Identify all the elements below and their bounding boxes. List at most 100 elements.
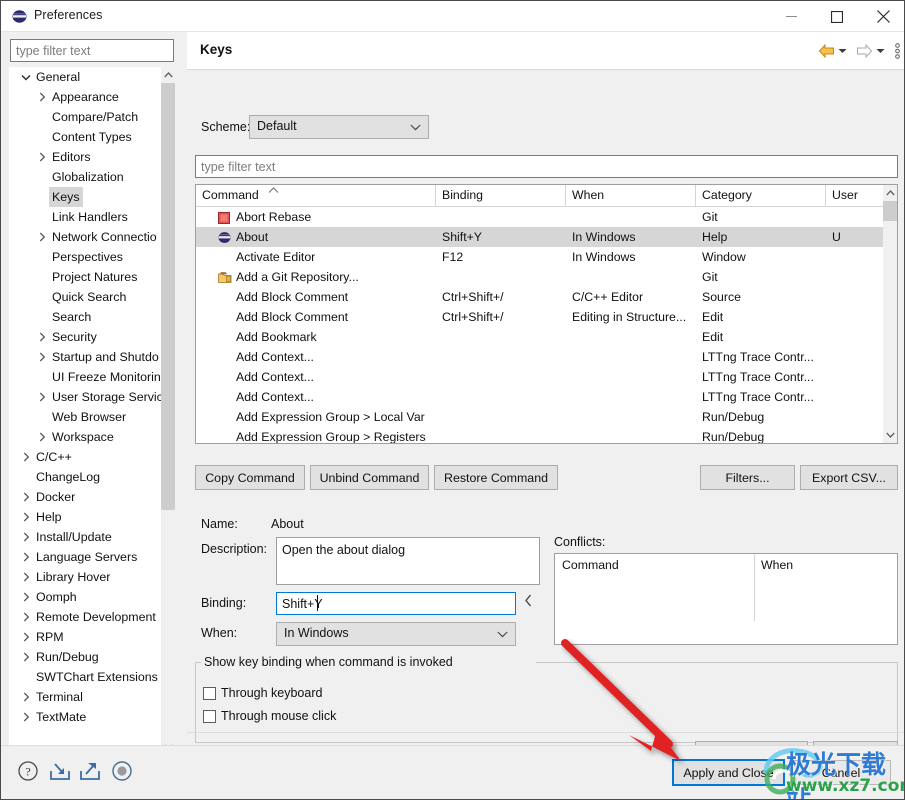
table-row[interactable]: Add Expression Group > Registers Run/Debu… xyxy=(196,427,884,443)
column-header-command[interactable]: Command xyxy=(196,185,436,207)
chevron-right-icon[interactable] xyxy=(18,507,34,527)
sidebar-item-globalization[interactable]: Globalization xyxy=(9,167,161,187)
chevron-right-icon[interactable] xyxy=(34,327,50,347)
column-header-binding[interactable]: Binding xyxy=(436,185,566,207)
column-header-user[interactable]: User xyxy=(826,185,884,207)
restore-command-button[interactable]: Restore Command xyxy=(434,465,558,490)
import-icon[interactable] xyxy=(47,758,73,784)
table-row[interactable]: Add Context... LTTng Trace Contr... xyxy=(196,387,884,407)
sidebar-item-changelog[interactable]: ChangeLog xyxy=(9,467,161,487)
unbind-command-button[interactable]: Unbind Command xyxy=(310,465,429,490)
chevron-right-icon[interactable] xyxy=(18,687,34,707)
sidebar-item-web-browser[interactable]: Web Browser xyxy=(9,407,161,427)
sidebar-item-compare-patch[interactable]: Compare/Patch xyxy=(9,107,161,127)
table-row[interactable]: Add Block Comment Ctrl+Shift+/ Editing in … xyxy=(196,307,884,327)
table-row[interactable]: Add Context... LTTng Trace Contr... xyxy=(196,367,884,387)
sidebar-item-textmate[interactable]: TextMate xyxy=(9,707,161,727)
binding-input[interactable] xyxy=(276,592,516,615)
column-header-category[interactable]: Category xyxy=(696,185,826,207)
scroll-up-icon[interactable] xyxy=(161,67,175,83)
minimize-button[interactable] xyxy=(768,1,814,32)
table-row[interactable]: Add Bookmark Edit xyxy=(196,327,884,347)
sidebar-item-docker[interactable]: Docker xyxy=(9,487,161,507)
chevron-right-icon[interactable] xyxy=(18,567,34,587)
chevron-right-icon[interactable] xyxy=(18,647,34,667)
sidebar-item-security[interactable]: Security xyxy=(9,327,161,347)
tree-filter-input[interactable] xyxy=(10,39,174,62)
help-icon[interactable]: ? xyxy=(15,758,41,784)
when-select[interactable]: In Windows xyxy=(276,622,516,646)
checkbox-box[interactable] xyxy=(203,709,216,723)
table-row[interactable]: Add Block Comment Ctrl+Shift+/ C/C++ Edito… xyxy=(196,287,884,307)
description-field[interactable]: Open the about dialog xyxy=(276,537,540,585)
forward-arrow-icon[interactable] xyxy=(856,44,873,58)
cancel-button[interactable]: Cancel xyxy=(791,760,891,785)
sidebar-item-search[interactable]: Search xyxy=(9,307,161,327)
sidebar-item-editors[interactable]: Editors xyxy=(9,147,161,167)
sidebar-item-terminal[interactable]: Terminal xyxy=(9,687,161,707)
sidebar-item-help[interactable]: Help xyxy=(9,507,161,527)
keys-filter-input[interactable] xyxy=(195,155,898,178)
sidebar-item-content-types[interactable]: Content Types xyxy=(9,127,161,147)
column-header-when[interactable]: When xyxy=(566,185,696,207)
chevron-right-icon[interactable] xyxy=(34,427,50,447)
chevron-right-icon[interactable] xyxy=(18,527,34,547)
apply-and-close-button[interactable]: Apply and Close xyxy=(672,759,785,786)
table-row[interactable]: Add Expression Group > Local Var Run/Debu… xyxy=(196,407,884,427)
chevron-right-icon[interactable] xyxy=(34,147,50,167)
chevron-left-icon[interactable] xyxy=(524,594,533,610)
conflicts-table[interactable]: Command When xyxy=(554,553,898,645)
close-button[interactable] xyxy=(860,1,904,32)
sidebar-item-link-handlers[interactable]: Link Handlers xyxy=(9,207,161,227)
preference-tree[interactable]: General Appearance Compare/Patch Content Ty… xyxy=(9,67,175,755)
sidebar-item-network-connectio[interactable]: Network Connectio xyxy=(9,227,161,247)
export-icon[interactable] xyxy=(77,758,103,784)
sidebar-item-c-c[interactable]: C/C++ xyxy=(9,447,161,467)
scheme-select[interactable]: Default xyxy=(249,115,429,139)
keys-table-scrollbar[interactable] xyxy=(883,185,897,443)
chevron-right-icon[interactable] xyxy=(34,387,50,407)
checkbox-box[interactable] xyxy=(203,686,216,700)
sidebar-item-language-servers[interactable]: Language Servers xyxy=(9,547,161,567)
sidebar-item-keys[interactable]: Keys xyxy=(9,187,161,207)
tree-scroll-thumb[interactable] xyxy=(161,83,175,510)
sidebar-item-workspace[interactable]: Workspace xyxy=(9,427,161,447)
back-dropdown-icon[interactable] xyxy=(838,48,847,54)
sidebar-item-swtchart-extensions[interactable]: SWTChart Extensions xyxy=(9,667,161,687)
sidebar-item-run-debug[interactable]: Run/Debug xyxy=(9,647,161,667)
chevron-right-icon[interactable] xyxy=(18,487,34,507)
chevron-right-icon[interactable] xyxy=(18,627,34,647)
sidebar-item-rpm[interactable]: RPM xyxy=(9,627,161,647)
keys-table[interactable]: Command Binding When Category User Abort Reb… xyxy=(195,184,898,444)
sidebar-item-perspectives[interactable]: Perspectives xyxy=(9,247,161,267)
sidebar-item-startup-and-shutdo[interactable]: Startup and Shutdo xyxy=(9,347,161,367)
table-row[interactable]: Add Context... LTTng Trace Contr... xyxy=(196,347,884,367)
scroll-down-icon[interactable] xyxy=(883,427,897,443)
sidebar-item-ui-freeze-monitorin[interactable]: UI Freeze Monitorin xyxy=(9,367,161,387)
table-row[interactable]: About Shift+Y In Windows Help U xyxy=(196,227,884,247)
scroll-up-icon[interactable] xyxy=(883,185,897,201)
sidebar-item-quick-search[interactable]: Quick Search xyxy=(9,287,161,307)
chevron-right-icon[interactable] xyxy=(18,447,34,467)
sidebar-item-general[interactable]: General xyxy=(9,67,161,87)
sidebar-item-appearance[interactable]: Appearance xyxy=(9,87,161,107)
sidebar-item-oomph[interactable]: Oomph xyxy=(9,587,161,607)
chevron-right-icon[interactable] xyxy=(18,607,34,627)
keys-scroll-thumb[interactable] xyxy=(883,201,897,221)
export-csv-button[interactable]: Export CSV... xyxy=(800,465,898,490)
tree-vertical-scrollbar[interactable] xyxy=(161,67,175,755)
keys-table-body[interactable]: Abort Rebase Git About Shift+Y In Windows Hel… xyxy=(196,207,884,443)
chevron-right-icon[interactable] xyxy=(34,227,50,247)
maximize-button[interactable] xyxy=(814,1,860,32)
table-row[interactable]: Activate Editor F12 In Windows Window xyxy=(196,247,884,267)
sidebar-item-library-hover[interactable]: Library Hover xyxy=(9,567,161,587)
table-row[interactable]: Add a Git Repository... Git xyxy=(196,267,884,287)
copy-command-button[interactable]: Copy Command xyxy=(195,465,305,490)
chevron-right-icon[interactable] xyxy=(18,587,34,607)
chevron-right-icon[interactable] xyxy=(18,547,34,567)
back-arrow-icon[interactable] xyxy=(818,44,835,58)
forward-dropdown-icon[interactable] xyxy=(876,48,885,54)
sidebar-item-install-update[interactable]: Install/Update xyxy=(9,527,161,547)
filters-button[interactable]: Filters... xyxy=(700,465,795,490)
chevron-right-icon[interactable] xyxy=(18,707,34,727)
